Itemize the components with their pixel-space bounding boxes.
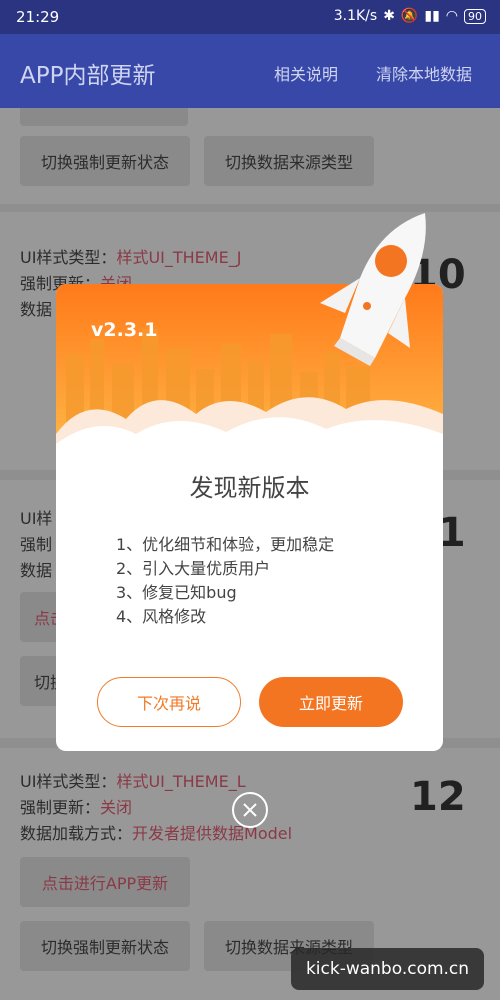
release-note-item: 2、引入大量优质用户 (116, 559, 271, 578)
network-speed: 3.1K/s (333, 8, 378, 24)
app-toolbar: APP内部更新 相关说明 清除本地数据 (0, 34, 500, 108)
signal-icon: ▮▮ (424, 8, 440, 24)
watermark: kick-wanbo.com.cn (291, 948, 484, 990)
mute-icon: 🔕 (400, 8, 419, 24)
close-dialog-button[interactable] (232, 792, 268, 828)
bluetooth-icon: ✱ (383, 8, 395, 24)
later-button[interactable]: 下次再说 (97, 677, 241, 727)
dialog-title: 发现新版本 (189, 474, 310, 502)
close-icon (243, 803, 257, 817)
rocket-icon (320, 213, 426, 366)
page-title: APP内部更新 (20, 63, 156, 89)
update-now-button[interactable]: 立即更新 (259, 677, 403, 727)
status-time: 21:29 (16, 8, 60, 26)
battery-indicator: 90 (464, 8, 486, 24)
clear-data-action[interactable]: 清除本地数据 (376, 61, 472, 85)
status-bar: 21:29 3.1K/s ✱ 🔕 ▮▮ ◠ 90 (0, 0, 500, 34)
wifi-icon: ◠ (445, 8, 458, 24)
release-note-item: 1、优化细节和体验，更加稳定 (116, 535, 335, 554)
version-label: v2.3.1 (91, 319, 158, 341)
release-note-item: 3、修复已知bug (116, 583, 237, 602)
release-notes: 1、优化细节和体验，更加稳定 2、引入大量优质用户 3、修复已知bug 4、风格… (116, 533, 334, 629)
status-icons: 3.1K/s ✱ 🔕 ▮▮ ◠ 90 (334, 8, 486, 24)
release-note-item: 4、风格修改 (116, 607, 207, 626)
help-action[interactable]: 相关说明 (274, 61, 338, 85)
